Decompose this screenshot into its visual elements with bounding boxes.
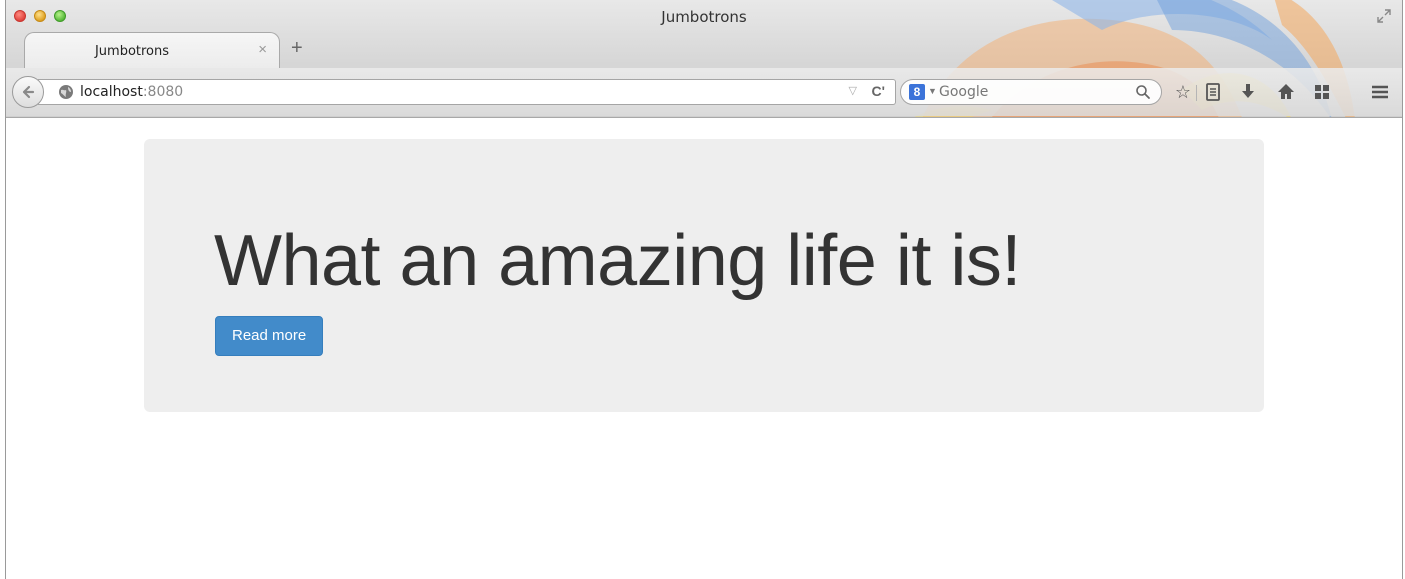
read-more-button[interactable]: Read more	[215, 316, 324, 356]
search-icon[interactable]	[1135, 84, 1151, 100]
menu-icon[interactable]	[1369, 81, 1391, 103]
download-icon[interactable]	[1237, 81, 1259, 103]
new-tab-button[interactable]: +	[291, 38, 303, 58]
browser-window: Jumbotrons Jumbotrons × + localhost:8080…	[5, 0, 1403, 579]
url-history-dropdown-icon[interactable]: ▽	[849, 84, 857, 97]
page-viewport: What an amazing life it is! Read more	[6, 118, 1402, 579]
home-icon[interactable]	[1275, 81, 1297, 103]
tab-label: Jumbotrons	[94, 44, 170, 59]
toolbar-separator	[1196, 85, 1197, 101]
search-bar[interactable]: 8 ▼ Google	[900, 79, 1162, 105]
jumbotron-heading: What an amazing life it is!	[214, 221, 1021, 301]
star-icon[interactable]: ☆	[1172, 81, 1194, 103]
tab-close-icon[interactable]: ×	[258, 41, 267, 58]
back-arrow-icon	[22, 85, 35, 99]
apps-icon[interactable]	[1311, 81, 1333, 103]
browser-chrome: Jumbotrons Jumbotrons × + localhost:8080…	[6, 0, 1402, 118]
engine-dropdown-icon[interactable]: ▼	[928, 86, 937, 96]
window-title: Jumbotrons	[661, 8, 747, 26]
reading-list-icon[interactable]	[1202, 81, 1224, 103]
search-placeholder: Google	[939, 84, 989, 100]
globe-icon	[59, 85, 73, 99]
navigation-toolbar: localhost:8080 ▽ C' 8 ▼ Google ☆	[6, 68, 1402, 116]
address-bar[interactable]: localhost:8080 ▽ C'	[38, 79, 896, 105]
tab-jumbotrons[interactable]: Jumbotrons ×	[24, 32, 280, 68]
fullscreen-icon[interactable]	[1376, 8, 1392, 24]
jumbotron: What an amazing life it is! Read more	[144, 139, 1264, 412]
google-engine-icon[interactable]: 8	[909, 84, 925, 100]
reload-icon[interactable]: C'	[872, 83, 885, 99]
back-button[interactable]	[12, 76, 44, 108]
url-port: :8080	[142, 84, 184, 100]
url-text: localhost:8080	[80, 84, 183, 100]
url-host: localhost	[80, 84, 143, 100]
